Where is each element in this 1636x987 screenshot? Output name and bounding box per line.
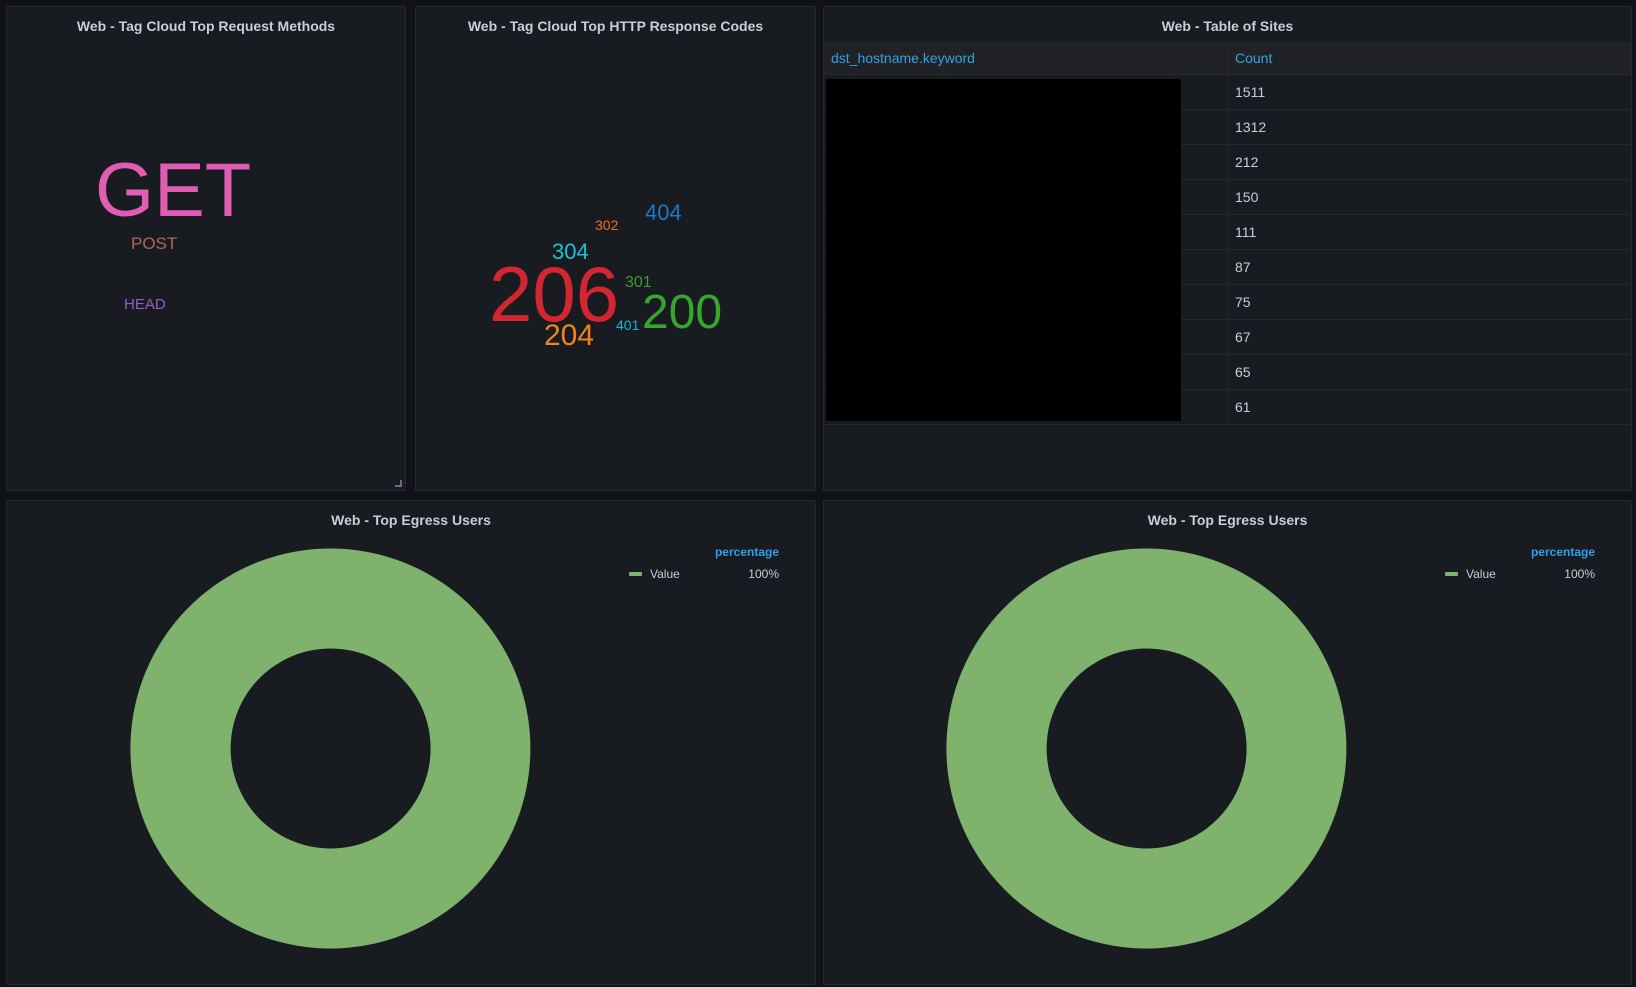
panel-response-codes: Web - Tag Cloud Top HTTP Response Codes … [415,6,816,491]
tag-302[interactable]: 302 [595,218,618,232]
panel-table-of-sites: Web - Table of Sites dst_hostname.keywor… [823,6,1632,491]
count-cell: 65 [1235,364,1251,380]
redacted-hostnames [826,79,1181,421]
legend-label: Value [650,567,680,581]
panel-top-egress-users-left: Web - Top Egress Users percentage Value … [6,500,816,985]
tag-200[interactable]: 200 [642,289,722,337]
pie-slice-value[interactable] [946,548,1347,949]
table-header: dst_hostname.keyword Count [824,42,1631,75]
legend-percent: 100% [748,567,779,581]
count-cell: 75 [1235,294,1251,310]
count-cell: 87 [1235,259,1251,275]
tag-404[interactable]: 404 [645,202,682,224]
count-cell: 212 [1235,154,1259,170]
count-cell: 67 [1235,329,1251,345]
tag-get[interactable]: GET [95,153,251,229]
legend-percent: 100% [1564,567,1595,581]
legend-header-percentage[interactable]: percentage [629,545,779,559]
legend-item[interactable]: Value 100% [629,567,779,581]
panel-request-methods: Web - Tag Cloud Top Request Methods GET … [6,6,406,491]
column-header-count[interactable]: Count [1228,42,1631,74]
legend: percentage Value 100% [1445,545,1595,581]
count-cell: 61 [1235,399,1251,415]
panel-top-egress-users-right: Web - Top Egress Users percentage Value … [823,500,1632,985]
column-header-hostname[interactable]: dst_hostname.keyword [824,42,1228,74]
panel-title[interactable]: Web - Table of Sites [824,18,1631,34]
count-cell: 111 [1235,224,1257,240]
tag-head[interactable]: HEAD [124,297,166,312]
count-cell: 1511 [1235,84,1266,100]
legend-label: Value [1466,567,1496,581]
tag-204[interactable]: 204 [544,321,594,351]
legend: percentage Value 100% [629,545,779,581]
legend-header-percentage[interactable]: percentage [1445,545,1595,559]
panel-title[interactable]: Web - Tag Cloud Top HTTP Response Codes [416,18,815,34]
resize-handle[interactable] [395,480,402,487]
tag-401[interactable]: 401 [616,318,639,332]
count-cell: 150 [1235,189,1259,205]
count-cell: 1312 [1235,119,1267,135]
legend-swatch [1445,572,1458,576]
legend-swatch [629,572,642,576]
pie-slice-value[interactable] [130,548,531,949]
tag-post[interactable]: POST [131,235,177,252]
panel-title[interactable]: Web - Tag Cloud Top Request Methods [7,18,405,34]
legend-item[interactable]: Value 100% [1445,567,1595,581]
